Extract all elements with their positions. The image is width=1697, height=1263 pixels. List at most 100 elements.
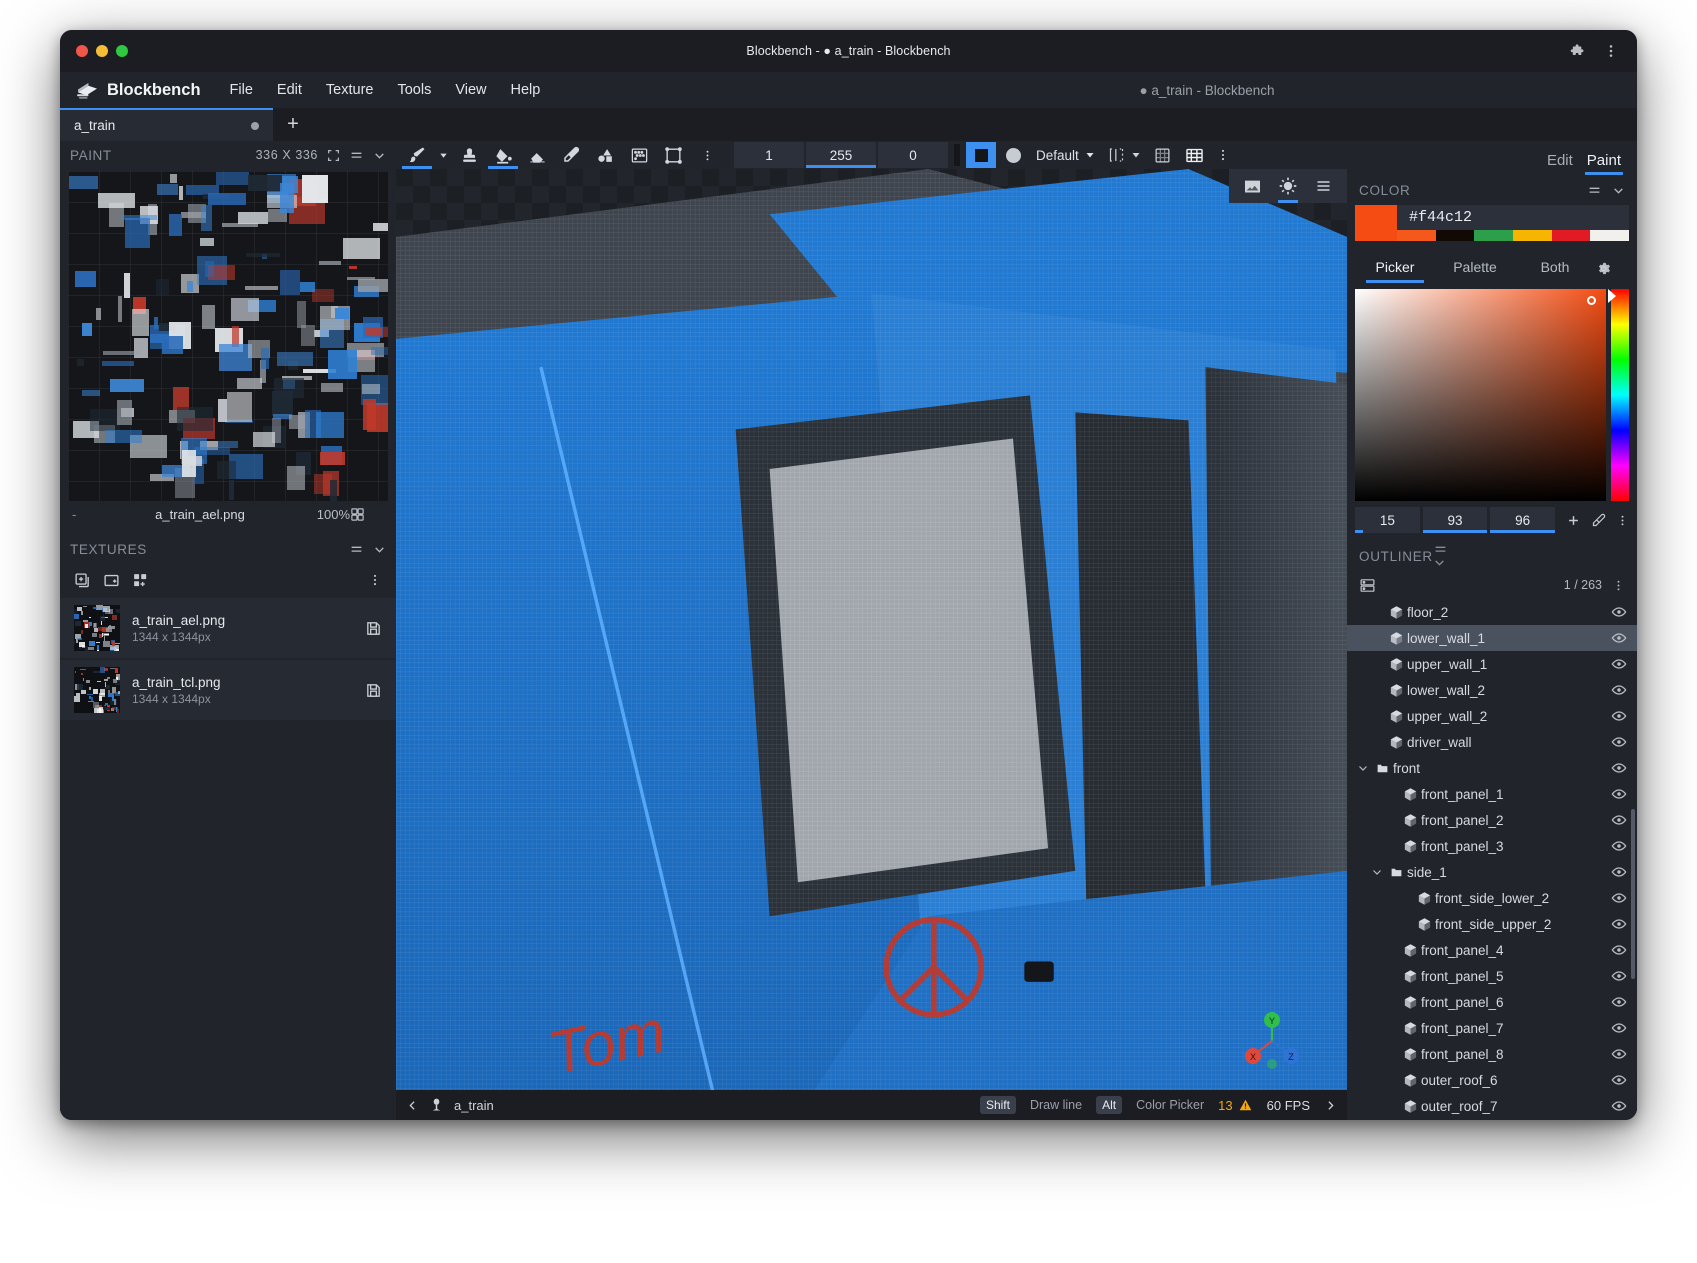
uv-texture-preview[interactable] (68, 171, 388, 501)
outliner-row-front_panel_7[interactable]: front_panel_7 (1347, 1015, 1637, 1041)
kebab-menu-icon[interactable] (1612, 579, 1625, 592)
color-swatch[interactable] (1397, 230, 1436, 241)
chevron-down-icon[interactable] (373, 149, 386, 162)
eye-icon[interactable] (1611, 1046, 1627, 1062)
import-texture-icon[interactable] (103, 572, 120, 589)
saturation-field[interactable]: 93 (1423, 507, 1488, 533)
image-icon[interactable] (1243, 169, 1262, 203)
eye-icon[interactable] (1611, 838, 1627, 854)
add-project-button[interactable]: + (273, 108, 313, 141)
hue-slider[interactable] (1611, 289, 1629, 501)
outliner-row-front_side_lower_2[interactable]: front_side_lower_2 (1347, 885, 1637, 911)
hue-handle[interactable] (1608, 289, 1616, 303)
eye-icon[interactable] (1611, 630, 1627, 646)
puzzle-icon[interactable] (1570, 43, 1587, 60)
layers-icon[interactable] (350, 507, 384, 522)
status-badge[interactable]: 13 (1218, 1098, 1252, 1113)
color-swatch[interactable] (1436, 230, 1475, 241)
project-tab-a_train[interactable]: a_train (60, 108, 273, 141)
shape-tool[interactable] (588, 141, 622, 169)
outliner-row-front_panel_4[interactable]: front_panel_4 (1347, 937, 1637, 963)
pixel-grid-icon[interactable] (1154, 147, 1171, 164)
kebab-menu-icon[interactable] (1616, 514, 1629, 527)
menu-texture[interactable]: Texture (315, 77, 385, 103)
eye-icon[interactable] (1611, 890, 1627, 906)
color-swatch[interactable] (1474, 230, 1513, 241)
toolbar-overflow-icon[interactable] (1216, 148, 1230, 162)
blend-mode-select[interactable]: Default (1036, 148, 1096, 163)
outliner-row-front_panel_3[interactable]: front_panel_3 (1347, 833, 1637, 859)
brush-softness-field[interactable]: 0 (878, 142, 948, 168)
viewport-3d[interactable]: Tom was here (396, 169, 1347, 1120)
recent-color-swatches[interactable] (1397, 230, 1629, 241)
texture-item[interactable]: a_train_ael.png 1344 x 1344px (60, 598, 396, 658)
grid-icon[interactable] (1185, 146, 1204, 165)
eye-icon[interactable] (1611, 604, 1627, 620)
eye-icon[interactable] (1611, 1072, 1627, 1088)
color-picker-tool[interactable] (554, 141, 588, 169)
eye-icon[interactable] (1611, 760, 1627, 776)
chevron-down-icon[interactable] (1433, 556, 1448, 569)
sun-icon[interactable] (1278, 169, 1298, 203)
gear-icon[interactable] (1595, 260, 1629, 277)
outliner-row-upper_wall_1[interactable]: upper_wall_1 (1347, 651, 1637, 677)
fill-tool[interactable] (486, 141, 520, 169)
menu-tools[interactable]: Tools (386, 77, 442, 103)
outliner-options-icon[interactable] (1359, 577, 1376, 594)
outliner-row-front_panel_1[interactable]: front_panel_1 (1347, 781, 1637, 807)
outliner-row-front_side_upper_2[interactable]: front_side_upper_2 (1347, 911, 1637, 937)
outliner-scrollbar[interactable] (1631, 809, 1635, 979)
eye-icon[interactable] (1611, 864, 1627, 880)
eye-icon[interactable] (1611, 1098, 1627, 1114)
tab-paint[interactable]: Paint (1587, 152, 1621, 175)
outliner-row-floor_2[interactable]: floor_2 (1347, 599, 1637, 625)
color-swatch[interactable] (1552, 230, 1591, 241)
minimize-button[interactable] (96, 45, 108, 57)
selection-tool[interactable] (656, 141, 690, 169)
eye-icon[interactable] (1611, 1020, 1627, 1036)
add-texture-icon[interactable] (74, 572, 91, 589)
outliner-row-driver_wall[interactable]: driver_wall (1347, 729, 1637, 755)
outliner-row-front_panel_5[interactable]: front_panel_5 (1347, 963, 1637, 989)
tab-edit[interactable]: Edit (1547, 152, 1573, 175)
maximize-button[interactable] (116, 45, 128, 57)
eye-icon[interactable] (1611, 708, 1627, 724)
hamburger-icon[interactable] (1433, 543, 1448, 556)
brush-tool[interactable] (400, 141, 434, 169)
eye-icon[interactable] (1611, 916, 1627, 932)
square-brush-shape[interactable] (966, 142, 996, 168)
chevron-down-icon[interactable] (1612, 184, 1625, 197)
outliner-row-outer_roof_7[interactable]: outer_roof_7 (1347, 1093, 1637, 1119)
tab-picker[interactable]: Picker (1355, 253, 1435, 283)
chevron-down-icon[interactable] (1355, 762, 1371, 774)
hamburger-icon[interactable] (349, 149, 364, 162)
eye-icon[interactable] (1611, 734, 1627, 750)
eyedropper-icon[interactable] (1591, 513, 1606, 528)
mirror-paint-button[interactable] (1108, 147, 1142, 163)
eye-icon[interactable] (1611, 812, 1627, 828)
outliner-row-side_1[interactable]: side_1 (1347, 859, 1637, 885)
chevron-down-icon[interactable] (373, 543, 386, 556)
menu-edit[interactable]: Edit (266, 77, 313, 103)
tab-palette[interactable]: Palette (1435, 253, 1515, 283)
menu-help[interactable]: Help (500, 77, 552, 103)
eye-icon[interactable] (1611, 656, 1627, 672)
texture-overflow-icon[interactable] (368, 573, 382, 587)
eye-icon[interactable] (1611, 942, 1627, 958)
plus-icon[interactable] (1566, 513, 1581, 528)
hamburger-icon[interactable] (1587, 184, 1602, 197)
chevron-down-icon[interactable] (1369, 866, 1385, 878)
tool-overflow[interactable] (690, 141, 724, 169)
chevron-left-icon[interactable] (406, 1099, 419, 1112)
eye-icon[interactable] (1611, 968, 1627, 984)
eye-icon[interactable] (1611, 682, 1627, 698)
eye-icon[interactable] (1611, 786, 1627, 802)
hue-field[interactable]: 15 (1355, 507, 1420, 533)
brush-dropdown[interactable] (434, 141, 452, 169)
hamburger-icon[interactable] (349, 543, 364, 556)
save-icon[interactable] (365, 620, 382, 637)
brightness-field[interactable]: 96 (1490, 507, 1555, 533)
outliner-row-front[interactable]: front (1347, 755, 1637, 781)
eraser-tool[interactable] (520, 141, 554, 169)
menu-view[interactable]: View (444, 77, 497, 103)
